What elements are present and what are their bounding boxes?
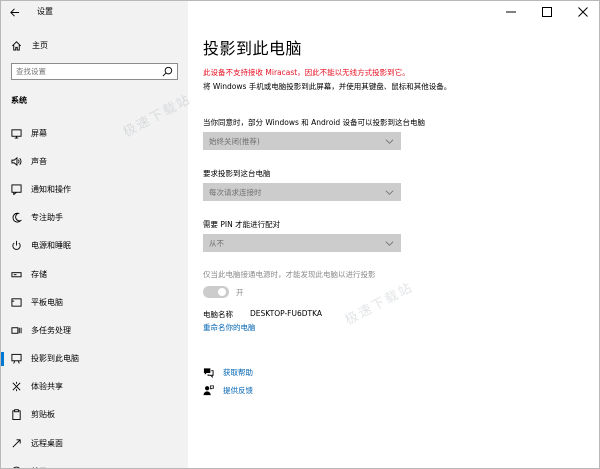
toggle-state-label: 开 bbox=[236, 288, 244, 297]
sidebar-item-label: 电源和睡眠 bbox=[31, 241, 71, 251]
storage-icon bbox=[11, 269, 22, 280]
sidebar-item-power-sleep[interactable]: 电源和睡眠 bbox=[1, 232, 188, 260]
close-button[interactable] bbox=[565, 1, 599, 23]
power-discovery-hint: 仅当此电脑接通电源时，才能发现此电脑以进行投影 bbox=[203, 270, 376, 279]
sidebar-item-label: 多任务处理 bbox=[31, 325, 71, 335]
sidebar-item-label: 声音 bbox=[31, 156, 47, 166]
section-heading: 系统 bbox=[11, 96, 27, 105]
dropdown-value: 从不 bbox=[209, 239, 224, 248]
feedback-link[interactable]: 提供反馈 bbox=[223, 385, 253, 396]
sidebar-item-label: 体验共享 bbox=[31, 382, 63, 392]
back-button[interactable] bbox=[7, 5, 21, 19]
availability-dropdown[interactable]: 始终关闭(推荐) bbox=[203, 132, 401, 150]
home-icon bbox=[12, 40, 21, 51]
home-label: 主页 bbox=[32, 40, 48, 50]
sidebar-item-label: 剪贴板 bbox=[31, 410, 55, 420]
share-icon bbox=[11, 381, 22, 392]
title-bar: 设置 bbox=[1, 1, 188, 23]
dropdown-value: 每次请求连接时 bbox=[209, 188, 262, 197]
minimize-button[interactable] bbox=[493, 1, 529, 23]
toggle-knob bbox=[218, 288, 226, 296]
home-link[interactable]: 主页 bbox=[11, 38, 48, 52]
notification-icon bbox=[11, 184, 22, 195]
main-content: 投影到此电脑 此设备不支持接收 Miracast，因此不能以无线方式投影到它。 … bbox=[188, 1, 599, 468]
tablet-icon bbox=[11, 297, 22, 308]
sidebar-item-multitasking[interactable]: 多任务处理 bbox=[1, 316, 188, 344]
help-chat-icon bbox=[203, 367, 214, 378]
monitor-icon bbox=[11, 128, 22, 139]
search-box[interactable] bbox=[11, 63, 178, 80]
require-pin-label: 需要 PIN 才能进行配对 bbox=[203, 220, 281, 229]
ask-to-project-label: 要求投影到这台电脑 bbox=[203, 169, 271, 178]
sidebar-item-label: 通知和操作 bbox=[31, 184, 71, 194]
moon-icon bbox=[11, 212, 22, 223]
sidebar-item-focus-assist[interactable]: 专注助手 bbox=[1, 204, 188, 232]
power-icon bbox=[11, 240, 22, 251]
miracast-warning: 此设备不支持接收 Miracast，因此不能以无线方式投影到它。 bbox=[203, 68, 410, 77]
multitask-icon bbox=[11, 325, 22, 336]
window-controls bbox=[493, 1, 599, 23]
sidebar-nav: 屏幕 声音 通知和操作 专注助手 电源和睡眠 存储 平板电脑 多任务处理 投影到… bbox=[1, 119, 188, 468]
sidebar-item-label: 远程桌面 bbox=[31, 438, 63, 448]
sidebar-item-label: 平板电脑 bbox=[31, 297, 63, 307]
availability-label: 当你同意时，部分 Windows 和 Android 设备可以投影到这台电脑 bbox=[203, 118, 426, 127]
get-help-row[interactable]: 获取帮助 bbox=[203, 366, 253, 378]
sidebar-item-sound[interactable]: 声音 bbox=[1, 147, 188, 175]
minimize-icon bbox=[506, 11, 516, 13]
maximize-icon bbox=[542, 7, 552, 17]
dropdown-value: 始终关闭(推荐) bbox=[209, 137, 260, 146]
sidebar-item-clipboard[interactable]: 剪贴板 bbox=[1, 401, 188, 429]
sidebar-item-label: 投影到此电脑 bbox=[31, 354, 79, 364]
get-help-link[interactable]: 获取帮助 bbox=[223, 367, 253, 378]
ask-to-project-dropdown[interactable]: 每次请求连接时 bbox=[203, 183, 401, 201]
maximize-button[interactable] bbox=[529, 1, 565, 23]
clipboard-icon bbox=[11, 409, 22, 421]
app-title: 设置 bbox=[37, 7, 53, 16]
sidebar-item-notifications[interactable]: 通知和操作 bbox=[1, 175, 188, 203]
sidebar-item-tablet[interactable]: 平板电脑 bbox=[1, 288, 188, 316]
sidebar-item-project-to-pc[interactable]: 投影到此电脑 bbox=[1, 345, 188, 373]
back-arrow-icon bbox=[9, 8, 19, 16]
rename-pc-link[interactable]: 重命名你的电脑 bbox=[203, 322, 256, 333]
sidebar-item-shared-experiences[interactable]: 体验共享 bbox=[1, 373, 188, 401]
chevron-down-icon bbox=[385, 190, 394, 195]
chevron-down-icon bbox=[385, 139, 394, 144]
pc-name-label: 电脑名称 bbox=[203, 310, 233, 319]
sidebar: 设置 主页 系统 屏幕 声音 通知和操作 bbox=[1, 1, 188, 468]
sidebar-item-label: 存储 bbox=[31, 269, 47, 279]
sidebar-item-storage[interactable]: 存储 bbox=[1, 260, 188, 288]
page-description: 将 Windows 手机或电脑投影到此屏幕，并使用其键盘、鼠标和其他设备。 bbox=[203, 82, 452, 91]
settings-window: 设置 主页 系统 屏幕 声音 通知和操作 bbox=[0, 0, 600, 469]
pc-name-value: DESKTOP-FU6DTKA bbox=[250, 309, 323, 318]
project-icon bbox=[11, 353, 22, 364]
search-input[interactable] bbox=[16, 64, 156, 79]
sidebar-item-label: 专注助手 bbox=[31, 213, 63, 223]
remote-icon bbox=[11, 438, 22, 449]
close-icon bbox=[578, 7, 588, 17]
sidebar-item-about[interactable]: 关于 bbox=[1, 457, 188, 468]
search-icon[interactable] bbox=[162, 66, 173, 77]
sidebar-item-label: 屏幕 bbox=[31, 128, 47, 138]
require-pin-dropdown[interactable]: 从不 bbox=[203, 234, 401, 252]
speaker-icon bbox=[11, 156, 22, 167]
power-discovery-toggle[interactable] bbox=[203, 286, 229, 298]
sidebar-item-remote-desktop[interactable]: 远程桌面 bbox=[1, 429, 188, 457]
feedback-person-icon bbox=[203, 385, 214, 395]
page-title: 投影到此电脑 bbox=[203, 39, 303, 58]
feedback-row[interactable]: 提供反馈 bbox=[203, 384, 253, 396]
chevron-down-icon bbox=[385, 241, 394, 246]
